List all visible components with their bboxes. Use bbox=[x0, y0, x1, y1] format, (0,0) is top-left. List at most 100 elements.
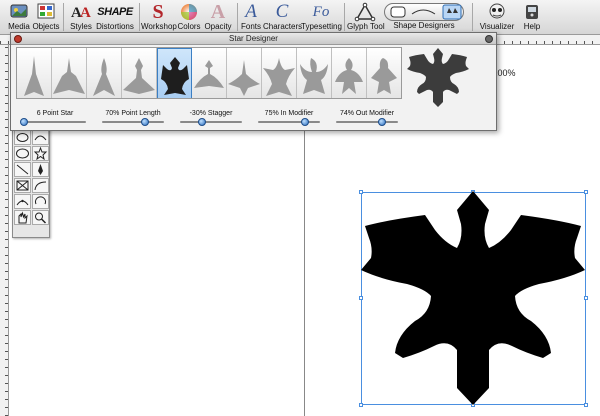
line-tool[interactable] bbox=[14, 162, 31, 177]
slider-track[interactable] bbox=[180, 121, 242, 123]
panel-title-bar[interactable]: Star Designer bbox=[11, 33, 496, 45]
styles-icon: AA bbox=[68, 2, 94, 22]
characters-icon: C bbox=[275, 1, 289, 22]
media-button[interactable]: Media bbox=[6, 2, 32, 33]
star-thumbnail[interactable] bbox=[122, 48, 157, 98]
star-thumbnail[interactable] bbox=[192, 48, 227, 98]
star-thumbnail-shape bbox=[123, 58, 155, 94]
arc-tool[interactable] bbox=[14, 194, 31, 209]
toolbar-divider bbox=[472, 3, 473, 31]
opacity-button[interactable]: A Opacity bbox=[203, 2, 233, 33]
star-thumbnail-shape bbox=[194, 60, 224, 88]
objects-button[interactable]: Objects bbox=[32, 2, 60, 33]
star-thumbnail-shape bbox=[93, 58, 115, 96]
typesetting-button[interactable]: Fo Typesetting bbox=[301, 2, 342, 33]
slider-track[interactable] bbox=[258, 121, 320, 123]
panel-title: Star Designer bbox=[229, 34, 278, 43]
star-thumbnail[interactable] bbox=[87, 48, 122, 98]
star-thumbnail[interactable] bbox=[157, 48, 192, 98]
opacity-icon: A bbox=[210, 1, 226, 23]
slider-knob[interactable] bbox=[141, 118, 150, 126]
slider-label: -30% Stagger bbox=[189, 110, 233, 117]
slider-label: 70% Point Length bbox=[105, 110, 161, 117]
oval-tool[interactable] bbox=[14, 130, 31, 145]
shape-designers-button[interactable] bbox=[384, 3, 464, 21]
hand-icon bbox=[18, 211, 28, 224]
colors-label: Colors bbox=[177, 22, 201, 31]
star-tool[interactable] bbox=[32, 146, 49, 161]
workshop-button[interactable]: S Workshop bbox=[141, 1, 177, 33]
rotate-icon bbox=[35, 196, 46, 205]
ellipse-icon bbox=[16, 148, 29, 159]
star-shape[interactable] bbox=[361, 188, 586, 409]
visualizer-icon bbox=[478, 2, 516, 22]
distortions-icon: SHAPE bbox=[97, 6, 133, 18]
star-style-thumbnails bbox=[16, 47, 402, 99]
star-thumbnail-shape bbox=[300, 58, 328, 94]
zoom-tool[interactable] bbox=[32, 210, 49, 225]
star-thumbnail-shape bbox=[228, 60, 260, 96]
distortions-button[interactable]: SHAPE Distortions bbox=[94, 2, 136, 33]
toolbar-divider bbox=[237, 3, 238, 31]
slider-knob[interactable] bbox=[377, 118, 386, 126]
star-thumbnail-shape bbox=[335, 58, 363, 94]
hand-tool[interactable] bbox=[14, 210, 31, 225]
slider-label: 74% Out Modifier bbox=[339, 110, 395, 117]
arc-icon bbox=[16, 199, 29, 206]
slider-knob[interactable] bbox=[300, 118, 309, 126]
star-thumbnail[interactable] bbox=[262, 48, 297, 98]
star-thumbnail[interactable] bbox=[297, 48, 332, 98]
tool-palette bbox=[12, 128, 50, 238]
styles-button[interactable]: AA Styles bbox=[68, 2, 94, 33]
curve-icon bbox=[34, 135, 47, 141]
rotate-tool[interactable] bbox=[32, 194, 49, 209]
media-icon bbox=[6, 2, 32, 22]
star-designer-panel: Star Designer 6 Point Star 70% Point Leng… bbox=[10, 32, 497, 131]
star-preview-shape bbox=[407, 48, 469, 107]
visualizer-button[interactable]: Visualizer bbox=[478, 2, 516, 33]
characters-button[interactable]: C Characters bbox=[263, 1, 302, 33]
glyph-tool-icon bbox=[347, 2, 383, 22]
typesetting-icon: Fo bbox=[312, 4, 330, 20]
slider-label: 6 Point Star bbox=[36, 110, 74, 117]
slider-knob[interactable] bbox=[197, 118, 206, 126]
colors-button[interactable]: Colors bbox=[177, 2, 201, 33]
workshop-icon: S bbox=[152, 1, 164, 23]
curve-tool[interactable] bbox=[32, 130, 49, 145]
path-icon bbox=[34, 181, 47, 191]
pen-tool[interactable] bbox=[32, 162, 49, 177]
slider-track[interactable] bbox=[102, 121, 164, 123]
page-edge bbox=[304, 125, 305, 416]
oval-icon bbox=[16, 133, 29, 142]
star-slider-group: 6 Point Star 70% Point Length -30% Stagger… bbox=[16, 110, 406, 130]
panel-options-button[interactable] bbox=[485, 35, 493, 43]
objects-label: Objects bbox=[32, 22, 60, 31]
help-label: Help bbox=[523, 22, 541, 31]
colors-icon bbox=[177, 2, 201, 22]
toolbar-divider bbox=[344, 3, 345, 31]
star-thumbnail[interactable] bbox=[52, 48, 87, 98]
star-thumbnail[interactable] bbox=[227, 48, 262, 98]
star-thumbnail[interactable] bbox=[332, 48, 367, 98]
star-thumbnail[interactable] bbox=[17, 48, 52, 98]
help-button[interactable]: Help bbox=[520, 2, 544, 33]
frame-tool[interactable] bbox=[14, 178, 31, 193]
toolbar-divider bbox=[63, 3, 64, 31]
fonts-icon: A bbox=[245, 1, 257, 22]
vertical-ruler[interactable] bbox=[0, 45, 9, 416]
path-tool[interactable] bbox=[32, 178, 49, 193]
magnifier-icon bbox=[35, 212, 47, 224]
fonts-button[interactable]: A Fonts bbox=[239, 2, 263, 33]
star-thumbnail[interactable] bbox=[367, 48, 401, 98]
slider-track[interactable] bbox=[24, 121, 86, 123]
workshop-label: Workshop bbox=[141, 22, 177, 31]
glyph-tool-button[interactable]: Glyph Tool bbox=[347, 2, 385, 33]
star-thumbnail-shape bbox=[53, 58, 85, 94]
shape-designers-label: Shape Designers bbox=[393, 21, 455, 30]
slider-track[interactable] bbox=[336, 121, 398, 123]
close-button[interactable] bbox=[14, 35, 22, 43]
typesetting-label: Typesetting bbox=[301, 22, 342, 31]
ellipse-tool[interactable] bbox=[14, 146, 31, 161]
slider-knob[interactable] bbox=[20, 118, 28, 126]
styles-label: Styles bbox=[70, 22, 92, 31]
